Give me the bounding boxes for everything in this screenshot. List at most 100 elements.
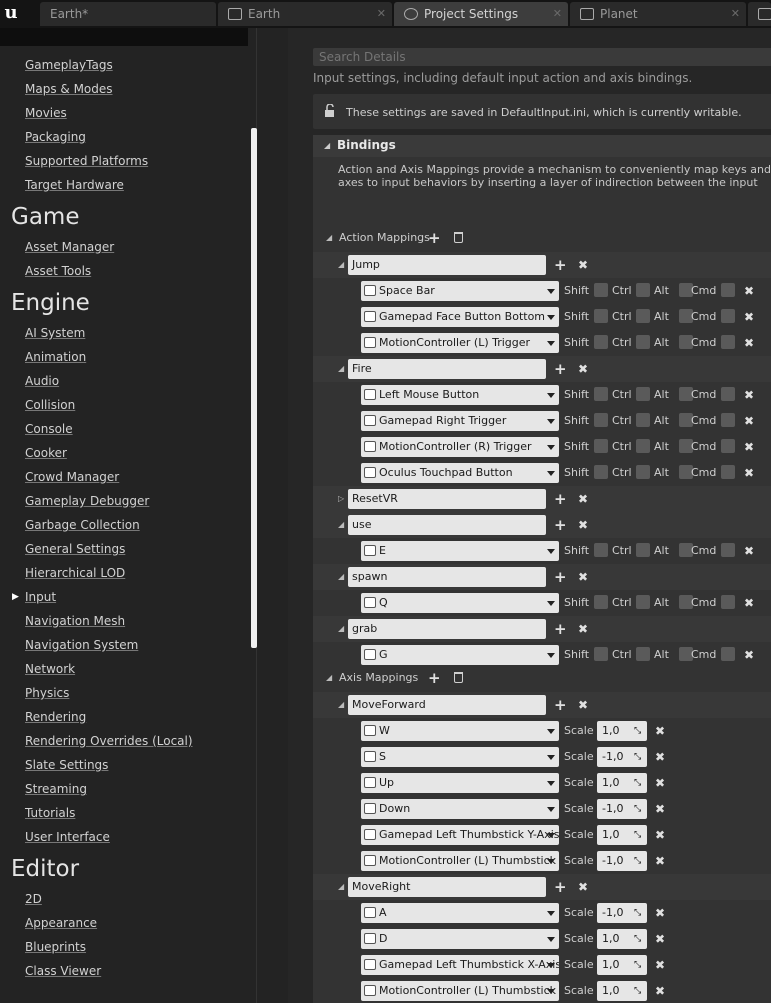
sidebar-item[interactable]: Crowd Manager	[25, 470, 119, 486]
tab-planet[interactable]: Planet ✕	[570, 2, 746, 26]
add-key-button[interactable]: +	[554, 880, 567, 895]
key-selector[interactable]: W	[361, 721, 559, 741]
remove-key-button[interactable]: ✖	[744, 336, 754, 350]
sidebar-item[interactable]: Movies	[25, 106, 67, 122]
sidebar-item[interactable]: Console	[25, 422, 73, 438]
sidebar-item[interactable]: Asset Tools	[25, 264, 91, 280]
resize-arrow-icon[interactable]: ⤡	[634, 960, 644, 970]
chevron-down-icon[interactable]	[547, 445, 555, 450]
remove-key-button[interactable]: ✖	[655, 984, 665, 998]
expand-arrow-icon[interactable]: ▷	[338, 494, 344, 503]
sidebar-item[interactable]: Animation	[25, 350, 86, 366]
key-selector[interactable]: Oculus Touchpad Button	[361, 463, 559, 483]
resize-arrow-icon[interactable]: ⤡	[634, 726, 644, 736]
sidebar-item[interactable]: Collision	[25, 398, 75, 414]
remove-key-button[interactable]: ✖	[744, 648, 754, 662]
sidebar-item[interactable]: Physics	[25, 686, 69, 702]
key-selector[interactable]: Gamepad Face Button Bottom	[361, 307, 559, 327]
scale-input[interactable]: 1,0 ⤡	[597, 981, 647, 1001]
sidebar-item[interactable]: Appearance	[25, 916, 97, 932]
modifier-checkbox-ctrl[interactable]	[636, 595, 650, 609]
sidebar-item[interactable]: Hierarchical LOD	[25, 566, 125, 582]
remove-key-button[interactable]: ✖	[744, 414, 754, 428]
modifier-checkbox-shift[interactable]	[594, 543, 608, 557]
modifier-checkbox-shift[interactable]	[594, 283, 608, 297]
collapse-arrow-icon[interactable]: ◢	[338, 882, 344, 891]
add-key-button[interactable]: +	[554, 698, 567, 713]
resize-arrow-icon[interactable]: ⤡	[634, 830, 644, 840]
modifier-checkbox-ctrl[interactable]	[636, 335, 650, 349]
tab-earth[interactable]: Earth ✕	[218, 2, 392, 26]
remove-key-button[interactable]: ✖	[744, 388, 754, 402]
sidebar-item[interactable]: Audio	[25, 374, 59, 390]
clear-axis-mappings-icon[interactable]	[454, 672, 463, 683]
close-icon[interactable]: ✕	[377, 2, 386, 26]
modifier-checkbox-cmd[interactable]	[721, 283, 735, 297]
close-icon[interactable]: ✕	[553, 2, 562, 26]
modifier-checkbox-ctrl[interactable]	[636, 543, 650, 557]
remove-key-button[interactable]: ✖	[744, 440, 754, 454]
sidebar-item[interactable]: User Interface	[25, 830, 110, 846]
add-action-mapping-button[interactable]: +	[428, 231, 441, 246]
scale-input[interactable]: -1,0 ⤡	[597, 903, 647, 923]
sidebar-item[interactable]: Target Hardware	[25, 178, 124, 194]
collapse-arrow-icon[interactable]: ◢	[338, 700, 344, 709]
key-selector[interactable]: G	[361, 645, 559, 665]
chevron-down-icon[interactable]	[547, 471, 555, 476]
modifier-checkbox-ctrl[interactable]	[636, 309, 650, 323]
modifier-checkbox-shift[interactable]	[594, 413, 608, 427]
modifier-checkbox-ctrl[interactable]	[636, 387, 650, 401]
chevron-down-icon[interactable]	[547, 911, 555, 916]
modifier-checkbox-cmd[interactable]	[721, 413, 735, 427]
key-selector[interactable]: Space Bar	[361, 281, 559, 301]
sidebar-item[interactable]: Asset Manager	[25, 240, 114, 256]
chevron-down-icon[interactable]	[547, 781, 555, 786]
modifier-checkbox-cmd[interactable]	[721, 439, 735, 453]
remove-key-button[interactable]: ✖	[655, 958, 665, 972]
remove-mapping-button[interactable]: ✖	[578, 880, 588, 894]
chevron-down-icon[interactable]	[547, 289, 555, 294]
modifier-checkbox-shift[interactable]	[594, 465, 608, 479]
sidebar-item[interactable]: 2D	[25, 892, 42, 908]
key-selector[interactable]: A	[361, 903, 559, 923]
resize-arrow-icon[interactable]: ⤡	[634, 934, 644, 944]
unreal-logo-icon[interactable]: u	[0, 0, 22, 26]
sidebar-item[interactable]: Blueprints	[25, 940, 86, 956]
sidebar-item[interactable]: Class Viewer	[25, 964, 101, 980]
tab-overflow[interactable]	[748, 2, 771, 26]
axis-name-field[interactable]: MoveRight	[348, 877, 546, 897]
resize-arrow-icon[interactable]: ⤡	[634, 752, 644, 762]
chevron-down-icon[interactable]	[547, 549, 555, 554]
modifier-checkbox-ctrl[interactable]	[636, 647, 650, 661]
scale-input[interactable]: -1,0 ⤡	[597, 747, 647, 767]
key-selector[interactable]: S	[361, 747, 559, 767]
sidebar-item[interactable]: Streaming	[25, 782, 87, 798]
sidebar-item[interactable]: Garbage Collection	[25, 518, 140, 534]
remove-key-button[interactable]: ✖	[655, 724, 665, 738]
resize-arrow-icon[interactable]: ⤡	[634, 778, 644, 788]
axis-name-field[interactable]: MoveForward	[348, 695, 546, 715]
chevron-down-icon[interactable]	[547, 755, 555, 760]
resize-arrow-icon[interactable]: ⤡	[634, 804, 644, 814]
key-selector[interactable]: Q	[361, 593, 559, 613]
collapse-arrow-icon[interactable]: ◢	[338, 364, 344, 373]
remove-key-button[interactable]: ✖	[744, 544, 754, 558]
collapse-arrow-icon[interactable]: ◢	[338, 572, 344, 581]
key-selector[interactable]: D	[361, 929, 559, 949]
action-name-field[interactable]: use	[348, 515, 546, 535]
remove-mapping-button[interactable]: ✖	[578, 362, 588, 376]
action-name-field[interactable]: spawn	[348, 567, 546, 587]
sidebar-scrollbar[interactable]	[251, 128, 257, 648]
resize-arrow-icon[interactable]: ⤡	[634, 986, 644, 996]
key-selector[interactable]: Gamepad Right Trigger	[361, 411, 559, 431]
sidebar-item[interactable]: Rendering Overrides (Local)	[25, 734, 193, 750]
sidebar-item[interactable]: Slate Settings	[25, 758, 108, 774]
sidebar-item[interactable]: Navigation System	[25, 638, 138, 654]
clear-action-mappings-icon[interactable]	[454, 232, 463, 243]
collapse-arrow-icon[interactable]: ◢	[338, 260, 344, 269]
modifier-checkbox-cmd[interactable]	[721, 595, 735, 609]
remove-mapping-button[interactable]: ✖	[578, 258, 588, 272]
key-selector[interactable]: Left Mouse Button	[361, 385, 559, 405]
modifier-checkbox-shift[interactable]	[594, 439, 608, 453]
remove-key-button[interactable]: ✖	[655, 750, 665, 764]
